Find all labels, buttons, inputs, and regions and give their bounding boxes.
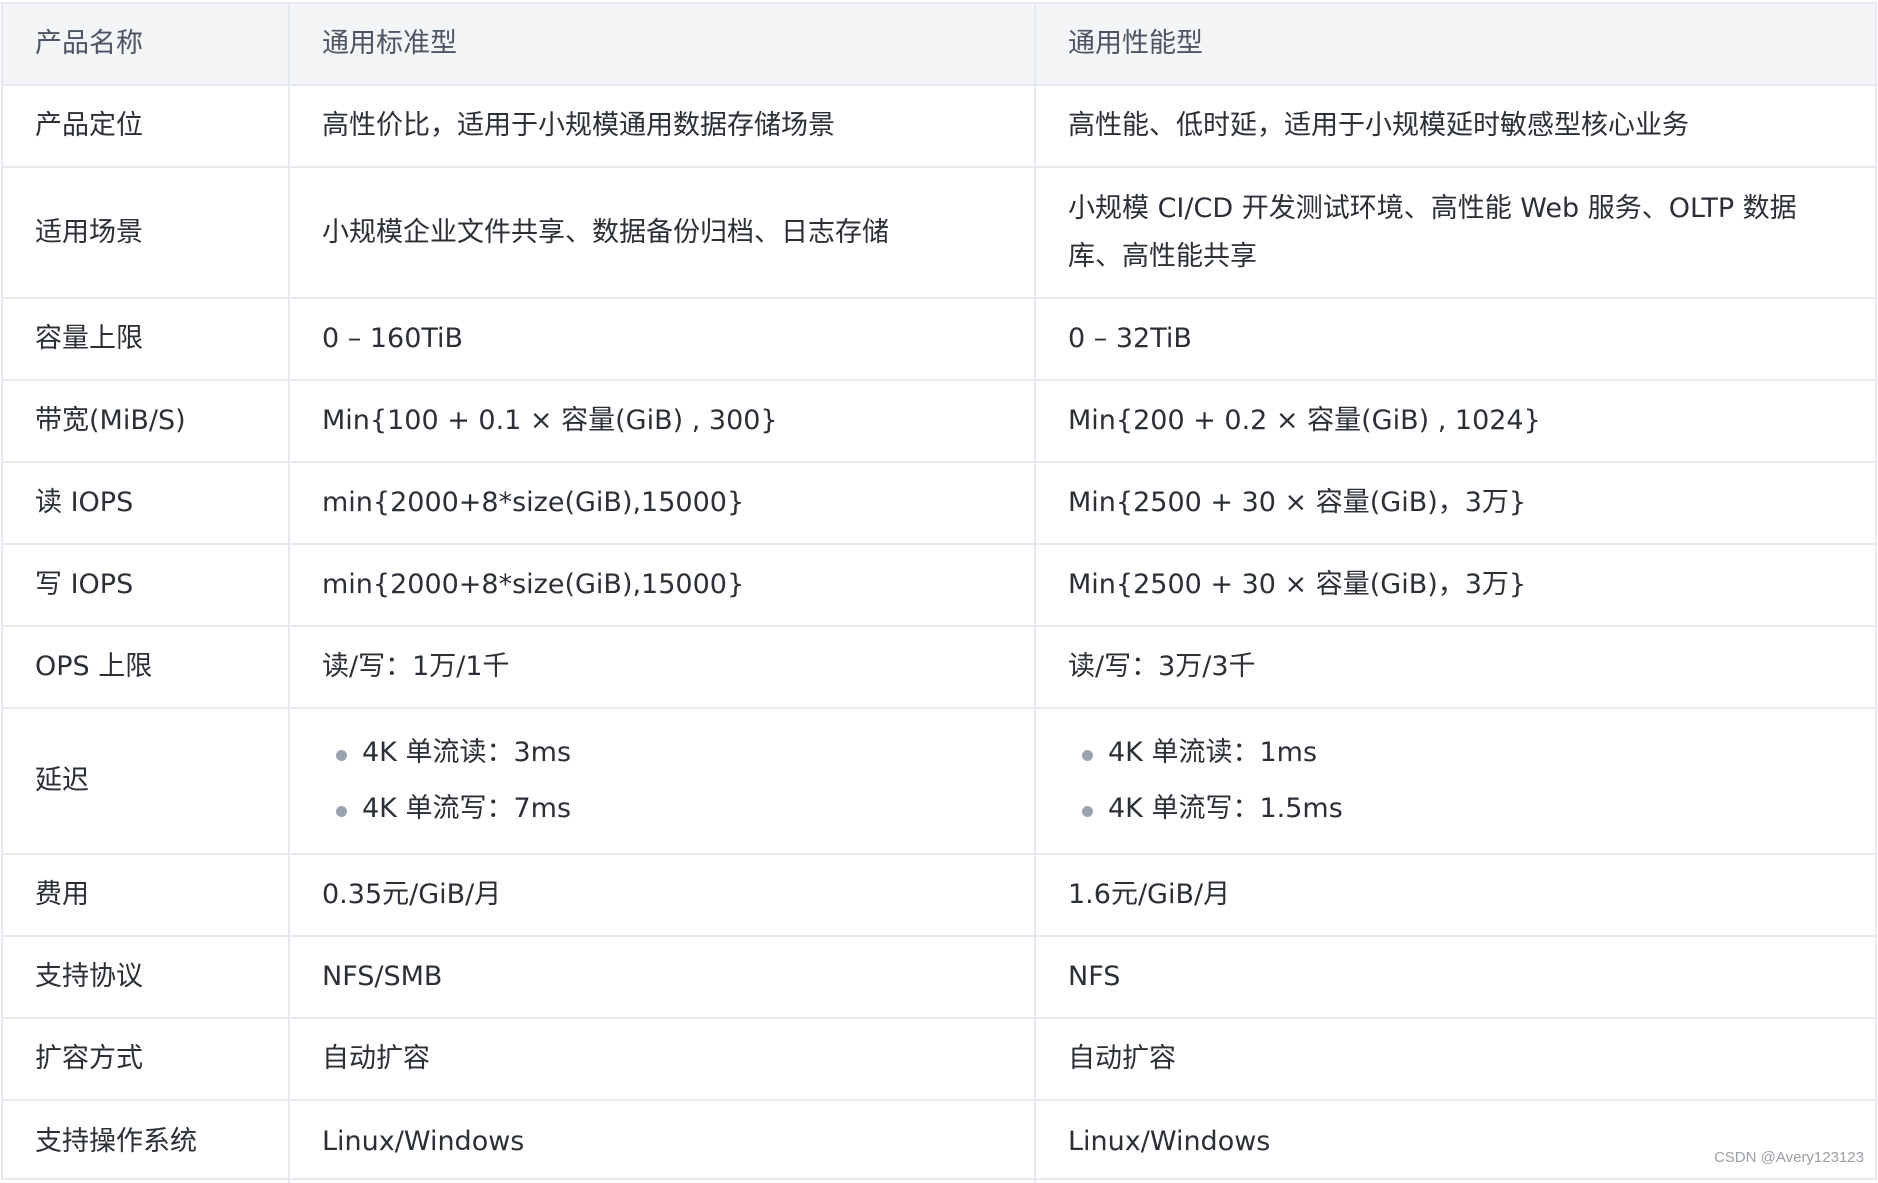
standard-read-iops: min{2000+8*size(GiB),15000}	[290, 463, 1036, 545]
latency-write-text: 4K 单流写：7ms	[362, 793, 572, 824]
performance-positioning: 高性能、低时延，适用于小规模延时敏感型核心业务	[1036, 86, 1875, 168]
row-label-positioning: 产品定位	[3, 86, 290, 168]
row-label-scaling: 扩容方式	[3, 1019, 290, 1101]
performance-write-iops: Min{2500 + 30 × 容量(GiB)，3万}	[1036, 545, 1875, 627]
standard-positioning: 高性价比，适用于小规模通用数据存储场景	[290, 86, 1036, 168]
watermark-text: CSDN @Avery123123	[1713, 1149, 1864, 1166]
header-product-name: 产品名称	[3, 4, 290, 86]
row-label-capacity: 容量上限	[3, 299, 290, 381]
standard-latency-list: 4K 单流读：3ms 4K 单流写：7ms	[322, 725, 571, 837]
list-item: 4K 单流读：3ms	[322, 725, 571, 781]
performance-os: Linux/Windows	[1068, 1126, 1271, 1157]
row-label-ops-limit: OPS 上限	[3, 627, 290, 709]
header-standard: 通用标准型	[290, 4, 1036, 86]
standard-scenarios: 小规模企业文件共享、数据备份归档、日志存储	[290, 168, 1036, 299]
performance-protocol: NFS	[1036, 937, 1875, 1019]
bullet-dot-icon	[1082, 750, 1093, 761]
performance-scaling: 自动扩容	[1036, 1019, 1875, 1101]
standard-os: Linux/Windows	[290, 1101, 1036, 1183]
row-label-bandwidth: 带宽(MiB/S)	[3, 381, 290, 463]
row-label-os: 支持操作系统	[3, 1101, 290, 1183]
standard-ops-limit: 读/写：1万/1千	[290, 627, 1036, 709]
performance-ops-limit: 读/写：3万/3千	[1036, 627, 1875, 709]
performance-read-iops: Min{2500 + 30 × 容量(GiB)，3万}	[1036, 463, 1875, 545]
row-label-scenarios: 适用场景	[3, 168, 290, 299]
header-performance: 通用性能型	[1036, 4, 1875, 86]
list-item: 4K 单流写：7ms	[322, 781, 571, 837]
row-label-latency: 延迟	[3, 709, 290, 855]
performance-cost: 1.6元/GiB/月	[1036, 855, 1875, 937]
standard-bandwidth: Min{100 + 0.1 × 容量(GiB) , 300}	[290, 381, 1036, 463]
standard-capacity: 0 – 160TiB	[290, 299, 1036, 381]
standard-cost: 0.35元/GiB/月	[290, 855, 1036, 937]
performance-capacity: 0 – 32TiB	[1036, 299, 1875, 381]
latency-write-text: 4K 单流写：1.5ms	[1108, 793, 1343, 824]
row-label-write-iops: 写 IOPS	[3, 545, 290, 627]
row-label-read-iops: 读 IOPS	[3, 463, 290, 545]
comparison-table: 产品名称 通用标准型 通用性能型 产品定位 高性价比，适用于小规模通用数据存储场…	[1, 2, 1877, 1183]
standard-scaling: 自动扩容	[290, 1019, 1036, 1101]
bullet-dot-icon	[1082, 806, 1093, 817]
row-label-cost: 费用	[3, 855, 290, 937]
standard-protocol: NFS/SMB	[290, 937, 1036, 1019]
latency-read-text: 4K 单流读：3ms	[362, 737, 572, 768]
row-label-protocol: 支持协议	[3, 937, 290, 1019]
performance-scenarios: 小规模 CI/CD 开发测试环境、高性能 Web 服务、OLTP 数据库、高性能…	[1036, 168, 1875, 299]
list-item: 4K 单流写：1.5ms	[1068, 781, 1343, 837]
list-item: 4K 单流读：1ms	[1068, 725, 1343, 781]
standard-write-iops: min{2000+8*size(GiB),15000}	[290, 545, 1036, 627]
performance-latency: 4K 单流读：1ms 4K 单流写：1.5ms	[1036, 709, 1875, 855]
performance-latency-list: 4K 单流读：1ms 4K 单流写：1.5ms	[1068, 725, 1343, 837]
performance-bandwidth: Min{200 + 0.2 × 容量(GiB) , 1024}	[1036, 381, 1875, 463]
bullet-dot-icon	[336, 806, 347, 817]
bullet-dot-icon	[336, 750, 347, 761]
standard-latency: 4K 单流读：3ms 4K 单流写：7ms	[290, 709, 1036, 855]
latency-read-text: 4K 单流读：1ms	[1108, 737, 1318, 768]
